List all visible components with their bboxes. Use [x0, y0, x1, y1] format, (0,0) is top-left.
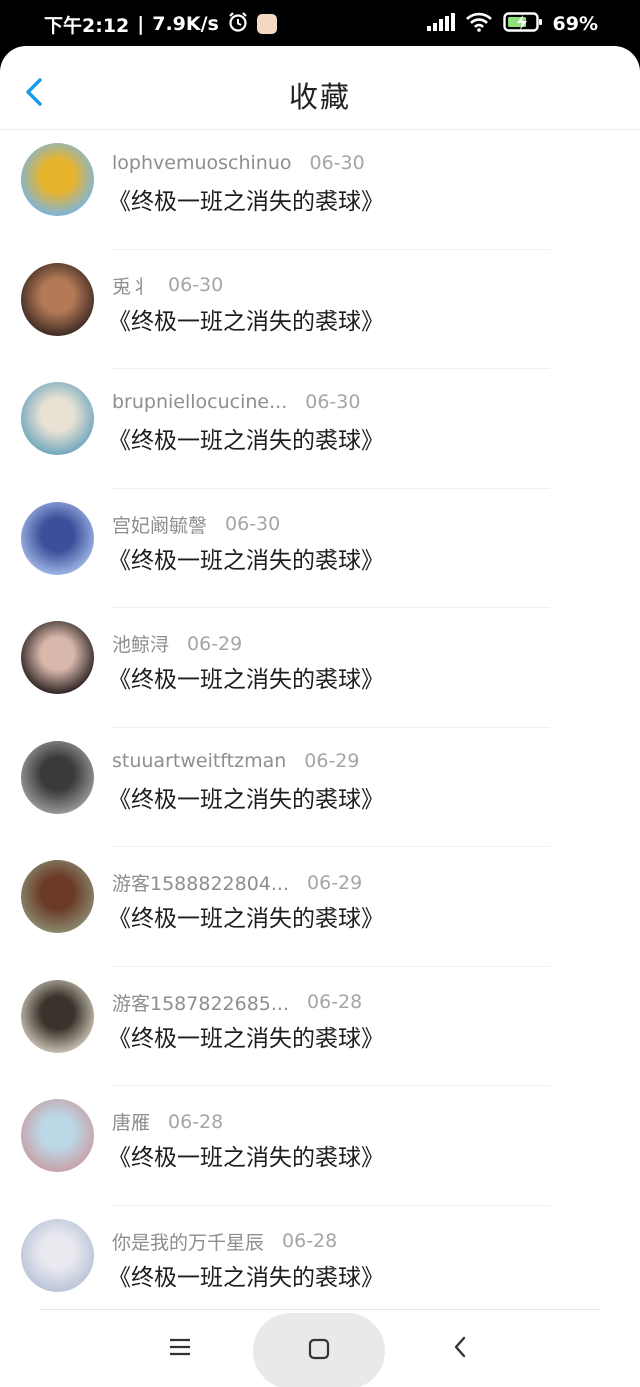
- favorite-row[interactable]: 游客1587822685... 06-28 《终极一班之消失的裘球》: [0, 967, 640, 1087]
- date: 06-30: [305, 391, 361, 413]
- book-title: 《终极一班之消失的裘球》: [108, 786, 384, 813]
- avatar[interactable]: [21, 621, 94, 694]
- date: 06-30: [168, 274, 224, 296]
- book-title: 《终极一班之消失的裘球》: [108, 1025, 384, 1052]
- wifi-icon: [465, 12, 493, 37]
- book-title: 《终极一班之消失的裘球》: [108, 1145, 384, 1171]
- date: 06-30: [309, 152, 365, 174]
- avatar[interactable]: [21, 979, 94, 1053]
- favorite-row[interactable]: 池鲸浔 06-29 《终极一班之消失的裘球》: [0, 608, 640, 728]
- book-title: 《终极一班之消失的裘球》: [108, 547, 384, 574]
- avatar[interactable]: [21, 1218, 94, 1292]
- header: 收藏: [0, 46, 640, 130]
- row-meta: 游客1587822685... 06-28: [112, 989, 362, 1016]
- back-triangle-icon: [451, 1335, 469, 1363]
- row-meta: 唐雁 06-28: [112, 1108, 223, 1135]
- status-time: 下午2:12: [44, 14, 130, 37]
- menu-icon: [169, 1338, 191, 1360]
- avatar[interactable]: [21, 740, 94, 814]
- favorite-row[interactable]: lophvemuoschinuo 06-30 《终极一班之消失的裘球》: [0, 130, 640, 250]
- favorite-row[interactable]: 游客1588822804... 06-29 《终极一班之消失的裘球》: [0, 847, 640, 967]
- favorite-row[interactable]: 兎丬 06-30 《终极一班之消失的裘球》: [0, 250, 640, 370]
- row-meta: brupniellocucine... 06-30: [112, 391, 360, 413]
- book-title: 《终极一班之消失的裘球》: [108, 1264, 384, 1291]
- favorite-row[interactable]: 唐雁 06-28 《终极一班之消失的裘球》: [0, 1086, 640, 1206]
- app-notification-icon: [256, 14, 277, 34]
- row-meta: stuuartweitftzman 06-29: [112, 750, 359, 772]
- row-meta: 宫妃阚毓謦 06-30: [112, 511, 280, 538]
- status-network-speed: 7.9K/s: [152, 13, 219, 35]
- username: stuuartweitftzman: [112, 749, 287, 772]
- date: 06-28: [307, 991, 363, 1013]
- row-meta: 池鲸浔 06-29: [112, 630, 242, 657]
- nav-divider: [40, 1309, 600, 1310]
- system-back-button[interactable]: [432, 1323, 488, 1375]
- avatar[interactable]: [21, 143, 94, 216]
- favorite-row[interactable]: stuuartweitftzman 06-29 《终极一班之消失的裘球》: [0, 728, 640, 848]
- date: 06-28: [282, 1230, 338, 1252]
- page-title: 收藏: [288, 80, 351, 114]
- avatar[interactable]: [21, 1099, 94, 1172]
- username: brupniellocucine...: [112, 391, 288, 413]
- signal-icon: [426, 12, 455, 36]
- username: 池鲸浔: [112, 634, 170, 656]
- username: 唐雁: [112, 1112, 151, 1134]
- avatar[interactable]: [21, 382, 94, 455]
- date: 06-30: [225, 513, 281, 535]
- battery-charging-icon: [502, 11, 543, 38]
- favorite-row[interactable]: 宫妃阚毓謦 06-30 《终极一班之消失的裘球》: [0, 489, 640, 609]
- row-meta: 兎丬 06-30: [112, 272, 223, 299]
- username: 游客1588822804...: [112, 873, 290, 895]
- date: 06-28: [168, 1110, 224, 1133]
- date: 06-29: [307, 871, 363, 894]
- username: 兎丬: [112, 275, 151, 298]
- book-title: 《终极一班之消失的裘球》: [108, 189, 384, 215]
- recent-apps-button[interactable]: [152, 1323, 208, 1375]
- status-right: 69%: [426, 11, 598, 38]
- status-separator: |: [137, 13, 145, 35]
- avatar[interactable]: [21, 860, 94, 933]
- avatar[interactable]: [21, 262, 94, 336]
- book-title: 《终极一班之消失的裘球》: [108, 308, 384, 335]
- row-meta: 你是我的万千星辰 06-28: [112, 1228, 337, 1255]
- book-title: 《终极一班之消失的裘球》: [108, 667, 384, 693]
- row-meta: 游客1588822804... 06-29: [112, 869, 362, 896]
- favorite-row[interactable]: 你是我的万千星辰 06-28 《终极一班之消失的裘球》: [0, 1206, 640, 1326]
- date: 06-29: [187, 632, 243, 655]
- home-button[interactable]: [253, 1313, 385, 1387]
- username: 游客1587822685...: [112, 992, 290, 1015]
- status-left: 下午2:12 | 7.9K/s: [44, 11, 277, 38]
- username: 宫妃阚毓謦: [112, 514, 208, 537]
- favorite-row[interactable]: brupniellocucine... 06-30 《终极一班之消失的裘球》: [0, 369, 640, 489]
- favorites-screen: 收藏 lophvemuoschinuo 06-30 《终极一班之消失的裘球》 兎丬 06…: [0, 46, 640, 1387]
- system-nav-bar: [0, 1309, 640, 1387]
- status-bar: 下午2:12 | 7.9K/s 69%: [0, 0, 640, 48]
- avatar[interactable]: [21, 501, 94, 575]
- book-title: 《终极一班之消失的裘球》: [108, 428, 384, 454]
- date: 06-29: [304, 749, 360, 772]
- square-home-icon: [308, 1338, 330, 1364]
- row-meta: lophvemuoschinuo 06-30: [112, 152, 365, 174]
- battery-level: 69%: [552, 13, 598, 35]
- book-title: 《终极一班之消失的裘球》: [108, 906, 384, 932]
- favorites-list: lophvemuoschinuo 06-30 《终极一班之消失的裘球》 兎丬 06-30…: [0, 130, 640, 1325]
- alarm-icon: [227, 11, 249, 38]
- username: lophvemuoschinuo: [112, 152, 292, 174]
- username: 你是我的万千星辰: [112, 1231, 265, 1254]
